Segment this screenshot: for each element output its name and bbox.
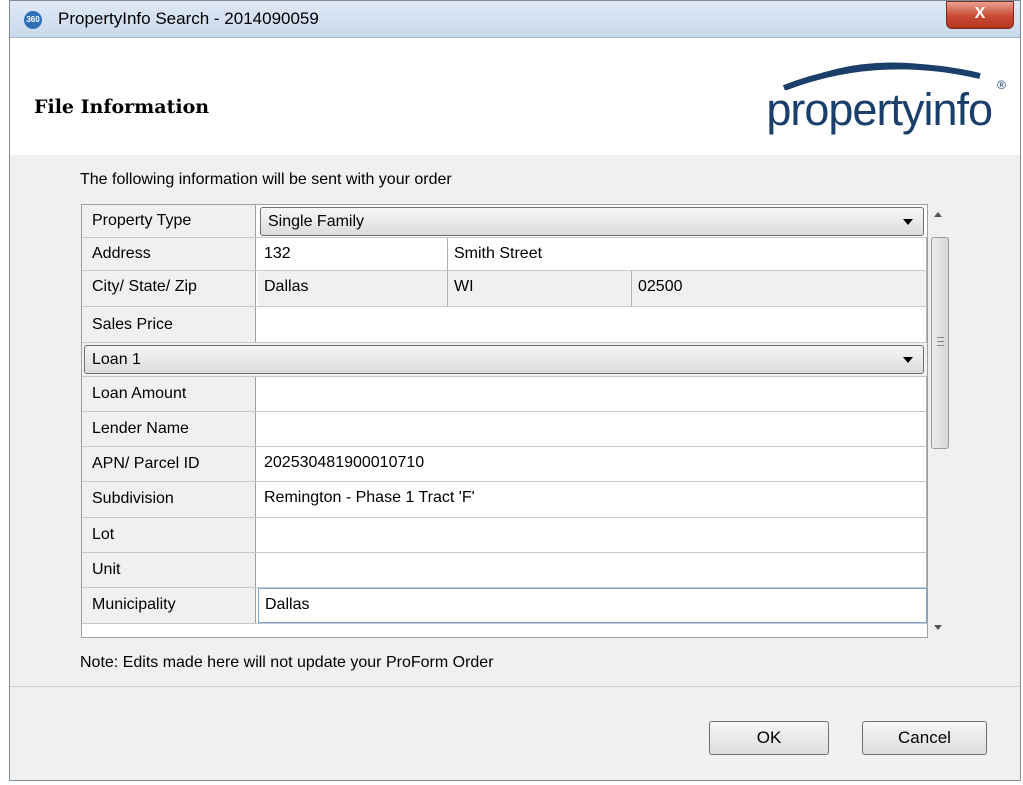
row-lender-name: Lender Name: [82, 412, 927, 447]
property-type-label: Property Type: [82, 205, 256, 237]
scroll-up-icon[interactable]: [934, 212, 942, 217]
ok-button[interactable]: OK: [709, 721, 829, 755]
chevron-down-icon: [903, 219, 913, 225]
state-field[interactable]: WI: [448, 271, 632, 306]
sales-price-label: Sales Price: [82, 307, 256, 342]
city-field[interactable]: Dallas: [258, 271, 448, 306]
unit-field[interactable]: [258, 553, 927, 587]
footer-divider: [10, 686, 1020, 687]
row-municipality: Municipality Dallas: [82, 588, 927, 624]
propertyinfo-logo: propertyinfo ®: [746, 50, 1006, 160]
sales-price-field[interactable]: [258, 307, 927, 342]
grip-icon: [937, 337, 944, 346]
vertical-scrollbar[interactable]: [928, 204, 952, 638]
row-subdivision: Subdivision Remington - Phase 1 Tract 'F…: [82, 482, 927, 518]
address-label: Address: [82, 238, 256, 270]
row-unit: Unit: [82, 553, 927, 588]
loan-amount-field[interactable]: [258, 377, 927, 411]
loan-select[interactable]: Loan 1: [84, 345, 924, 374]
row-loan-amount: Loan Amount: [82, 377, 927, 412]
chevron-down-icon: [903, 357, 913, 363]
property-type-select[interactable]: Single Family: [260, 207, 924, 236]
apn-field[interactable]: 202530481900010710: [258, 447, 927, 481]
property-info-grid: Property Type Single Family Address 132 …: [81, 204, 928, 638]
header-panel: File Information propertyinfo ®: [10, 38, 1020, 155]
address-number-field[interactable]: 132: [258, 238, 448, 270]
zip-field[interactable]: 02500: [632, 271, 927, 306]
row-address: Address 132 Smith Street: [82, 238, 927, 271]
intro-text: The following information will be sent w…: [80, 171, 452, 188]
dialog-window: 360 PropertyInfo Search - 2014090059 X F…: [9, 0, 1021, 781]
apn-label: APN/ Parcel ID: [82, 447, 256, 481]
scroll-down-icon[interactable]: [934, 625, 942, 630]
app-icon: 360: [24, 11, 42, 29]
registered-mark: ®: [997, 78, 1006, 92]
property-type-value: Single Family: [268, 213, 365, 230]
subdivision-label: Subdivision: [82, 482, 256, 517]
scroll-thumb[interactable]: [931, 237, 949, 449]
loan-amount-label: Loan Amount: [82, 377, 256, 411]
lender-name-field[interactable]: [258, 412, 927, 446]
row-loan-selector: Loan 1: [82, 343, 927, 377]
lot-field[interactable]: [258, 518, 927, 552]
subdivision-field[interactable]: Remington - Phase 1 Tract 'F': [258, 482, 927, 517]
municipality-label: Municipality: [82, 588, 256, 623]
row-apn: APN/ Parcel ID 202530481900010710: [82, 447, 927, 482]
page-title: File Information: [34, 96, 210, 118]
note-text: Note: Edits made here will not update yo…: [80, 654, 494, 671]
row-lot: Lot: [82, 518, 927, 553]
lender-name-label: Lender Name: [82, 412, 256, 446]
city-state-zip-label: City/ State/ Zip: [82, 271, 256, 306]
loan-select-value: Loan 1: [92, 351, 141, 368]
logo-text: propertyinfo: [766, 84, 993, 135]
window-title: PropertyInfo Search - 2014090059: [58, 9, 319, 28]
municipality-field[interactable]: Dallas: [258, 588, 927, 623]
title-bar[interactable]: 360 PropertyInfo Search - 2014090059 X: [10, 1, 1020, 38]
close-button[interactable]: X: [946, 1, 1014, 29]
address-street-field[interactable]: Smith Street: [448, 238, 927, 270]
row-city-state-zip: City/ State/ Zip Dallas WI 02500: [82, 271, 927, 307]
cancel-button[interactable]: Cancel: [862, 721, 987, 755]
row-sales-price: Sales Price: [82, 307, 927, 343]
lot-label: Lot: [82, 518, 256, 552]
row-property-type: Property Type Single Family: [82, 205, 927, 238]
unit-label: Unit: [82, 553, 256, 587]
